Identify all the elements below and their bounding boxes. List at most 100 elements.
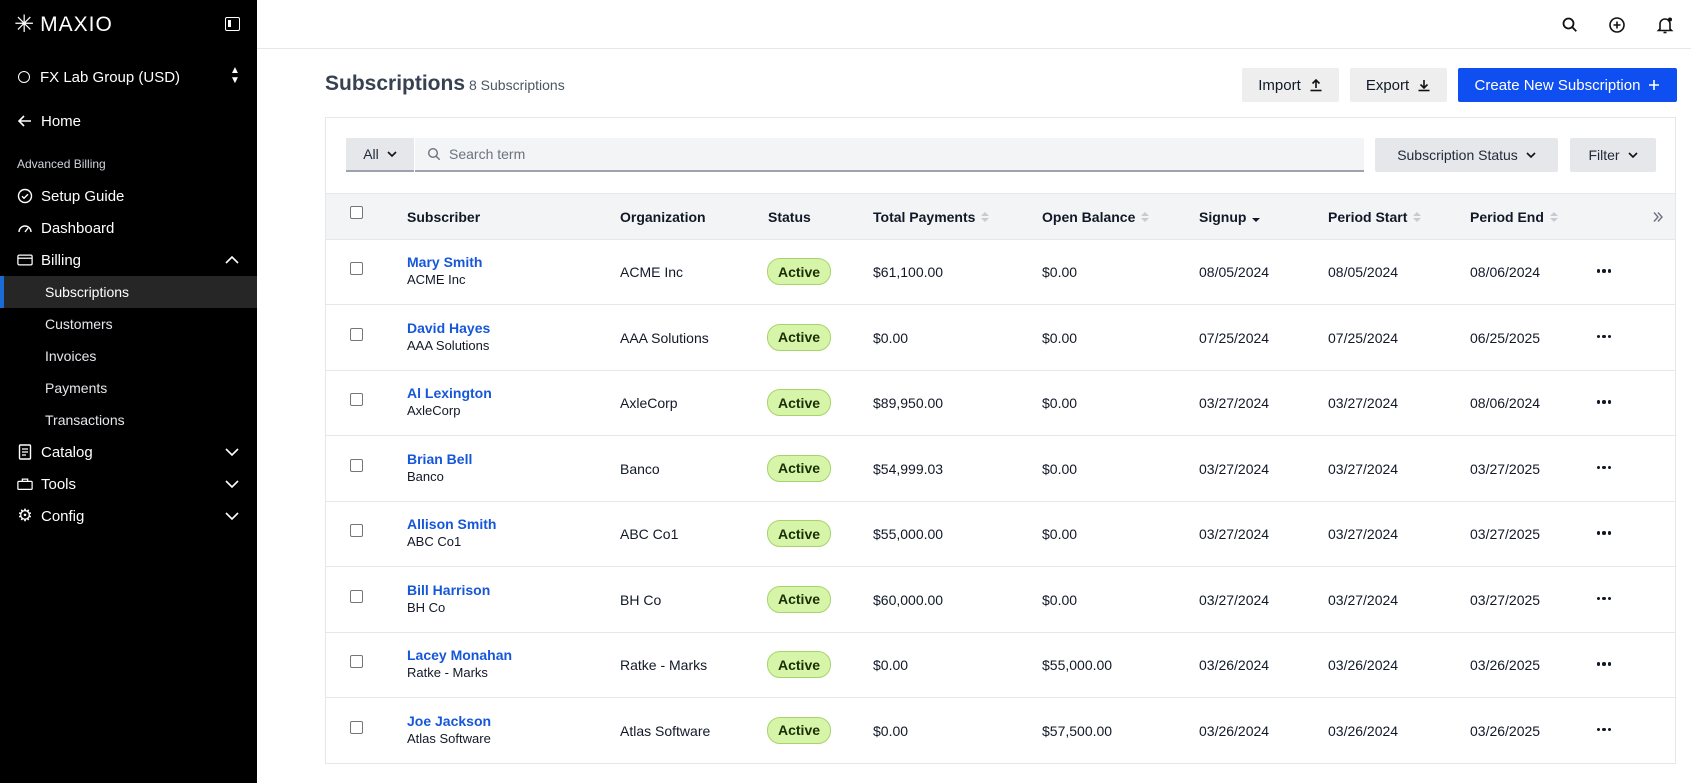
- table-row[interactable]: Allison Smith ABC Co1 ABC Co1 Active $55,000…: [326, 502, 1675, 567]
- subscriber-org: Banco: [407, 468, 444, 484]
- row-checkbox[interactable]: [350, 589, 363, 603]
- sidebar-item-config[interactable]: ⚙ Config: [0, 500, 257, 532]
- column-organization: Organization: [620, 209, 706, 225]
- row-actions-menu-icon[interactable]: [1595, 723, 1613, 737]
- sidebar-item-label: Home: [41, 112, 82, 130]
- row-checkbox[interactable]: [350, 524, 363, 537]
- organization-cell: AAA Solutions: [620, 329, 709, 346]
- subscriber-org: AAA Solutions: [407, 337, 490, 353]
- toolbox-icon: [17, 476, 33, 492]
- status-badge: Active: [767, 585, 832, 613]
- column-total-payments[interactable]: Total Payments: [873, 209, 990, 225]
- subscriber-name-link[interactable]: Allison Smith: [407, 516, 496, 532]
- subscriber-name-link[interactable]: Lacey Monahan: [407, 647, 512, 663]
- subscription-count: 8 Subscriptions: [469, 77, 565, 93]
- total-payments-cell: $89,950.00: [873, 395, 944, 411]
- sidebar-item-invoices[interactable]: Invoices: [0, 340, 257, 372]
- section-label: Advanced Billing: [17, 157, 106, 171]
- sidebar-item-label: Config: [41, 507, 85, 525]
- sort-icon: [981, 212, 990, 222]
- row-actions-menu-icon[interactable]: [1595, 264, 1613, 278]
- period-end-cell: 03/26/2025: [1470, 722, 1541, 739]
- gauge-icon: [17, 220, 33, 236]
- status-badge: Active: [767, 520, 832, 547]
- subscriber-name-link[interactable]: Bill Harrison: [407, 582, 490, 598]
- create-new-subscription-button[interactable]: Create New Subscription: [1458, 68, 1677, 102]
- signup-cell: 08/05/2024: [1199, 264, 1270, 280]
- row-actions-menu-icon[interactable]: [1595, 657, 1613, 671]
- sidebar-item-subscriptions[interactable]: Subscriptions: [0, 276, 257, 308]
- period-end-cell: 03/27/2025: [1470, 460, 1541, 477]
- column-open-balance[interactable]: Open Balance: [1042, 209, 1150, 225]
- maxio-logo[interactable]: ✳ MAXIO: [14, 12, 113, 38]
- upload-icon: [1310, 78, 1322, 92]
- subscriber-name-link[interactable]: Joe Jackson: [407, 713, 491, 729]
- sidebar-item-payments[interactable]: Payments: [0, 372, 257, 404]
- maxio-mark-icon: ✳: [14, 11, 35, 38]
- table-row[interactable]: Joe Jackson Atlas Software Atlas Software A…: [326, 699, 1675, 764]
- table-row[interactable]: Bill Harrison BH Co BH Co Active $60,000.00 $…: [326, 568, 1675, 633]
- signup-cell: 07/25/2024: [1199, 329, 1270, 346]
- open-balance-cell: $0.00: [1042, 591, 1078, 608]
- sidebar-item-billing[interactable]: Billing: [0, 244, 257, 276]
- sidebar-item-catalog[interactable]: Catalog: [0, 436, 257, 468]
- sidebar-item-home[interactable]: Home: [0, 105, 257, 137]
- import-button[interactable]: Import: [1242, 68, 1339, 102]
- row-actions-menu-icon[interactable]: [1595, 330, 1613, 344]
- signup-cell: 03/27/2024: [1199, 395, 1270, 411]
- period-start-cell: 03/27/2024: [1328, 395, 1399, 411]
- row-actions-menu-icon[interactable]: [1595, 526, 1613, 540]
- search-input[interactable]: Search term: [415, 138, 1364, 172]
- org-name: FX Lab Group (USD): [40, 68, 181, 86]
- row-checkbox[interactable]: [350, 720, 363, 734]
- plus-icon: [1649, 80, 1660, 90]
- scope-dropdown[interactable]: All: [346, 138, 414, 172]
- period-start-cell: 03/26/2024: [1328, 722, 1399, 739]
- subscriber-name-link[interactable]: Mary Smith: [407, 254, 482, 270]
- row-actions-menu-icon[interactable]: [1595, 592, 1613, 606]
- sidebar-item-transactions[interactable]: Transactions: [0, 404, 257, 436]
- row-actions-menu-icon[interactable]: [1595, 395, 1613, 409]
- column-period-end[interactable]: Period End: [1470, 209, 1558, 225]
- table-row[interactable]: Mary Smith ACME Inc ACME Inc Active $61,100.…: [326, 240, 1675, 305]
- row-checkbox[interactable]: [350, 655, 363, 668]
- table-row[interactable]: David Hayes AAA Solutions AAA Solutions Act…: [326, 306, 1675, 371]
- subscriber-name-link[interactable]: Al Lexington: [407, 385, 492, 401]
- row-checkbox[interactable]: [350, 262, 363, 275]
- subscriber-name-link[interactable]: David Hayes: [407, 320, 490, 336]
- plus-circle-icon[interactable]: [1607, 15, 1627, 35]
- sidebar: ✳ MAXIO FX Lab Group (USD) ▲ ▼ Home Advan…: [0, 0, 257, 783]
- collapse-sidebar-icon[interactable]: [225, 17, 240, 31]
- download-icon: [1418, 80, 1430, 92]
- sidebar-item-tools[interactable]: Tools: [0, 468, 257, 500]
- table-row[interactable]: Al Lexington AxleCorp AxleCorp Active $89,95…: [326, 371, 1675, 436]
- filter-dropdown[interactable]: Filter: [1570, 138, 1656, 172]
- table-row[interactable]: Brian Bell Banco Banco Active $54,999.03 $0.0…: [326, 437, 1675, 502]
- chevron-down-icon: [225, 480, 239, 489]
- open-balance-cell: $0.00: [1042, 264, 1078, 280]
- bell-icon[interactable]: [1655, 15, 1675, 35]
- export-button[interactable]: Export: [1350, 68, 1447, 102]
- organization-cell: AxleCorp: [620, 395, 678, 411]
- subscriber-name-link[interactable]: Brian Bell: [407, 451, 472, 467]
- column-signup[interactable]: Signup: [1199, 209, 1261, 225]
- row-checkbox[interactable]: [350, 458, 363, 472]
- select-all-checkbox[interactable]: [350, 206, 363, 219]
- sidebar-item-setup-guide[interactable]: Setup Guide: [0, 180, 257, 212]
- sidebar-item-label: Catalog: [41, 443, 93, 461]
- sidebar-item-dashboard[interactable]: Dashboard: [0, 212, 257, 244]
- row-actions-menu-icon[interactable]: [1595, 461, 1613, 475]
- table-row[interactable]: Lacey Monahan Ratke - Marks Ratke - Marks A…: [326, 633, 1675, 698]
- chevron-down-icon: [387, 150, 397, 157]
- row-checkbox[interactable]: [350, 327, 363, 341]
- row-checkbox[interactable]: [350, 393, 363, 406]
- subscription-status-dropdown[interactable]: Subscription Status: [1375, 138, 1558, 172]
- org-switcher[interactable]: FX Lab Group (USD) ▲ ▼: [18, 66, 242, 88]
- expand-columns-icon[interactable]: [1652, 211, 1664, 223]
- search-icon[interactable]: [1560, 15, 1580, 35]
- total-payments-cell: $0.00: [873, 722, 909, 739]
- sort-icon: [1141, 212, 1150, 222]
- column-period-start[interactable]: Period Start: [1328, 209, 1422, 225]
- sidebar-item-customers[interactable]: Customers: [0, 308, 257, 340]
- signup-cell: 03/27/2024: [1199, 526, 1270, 542]
